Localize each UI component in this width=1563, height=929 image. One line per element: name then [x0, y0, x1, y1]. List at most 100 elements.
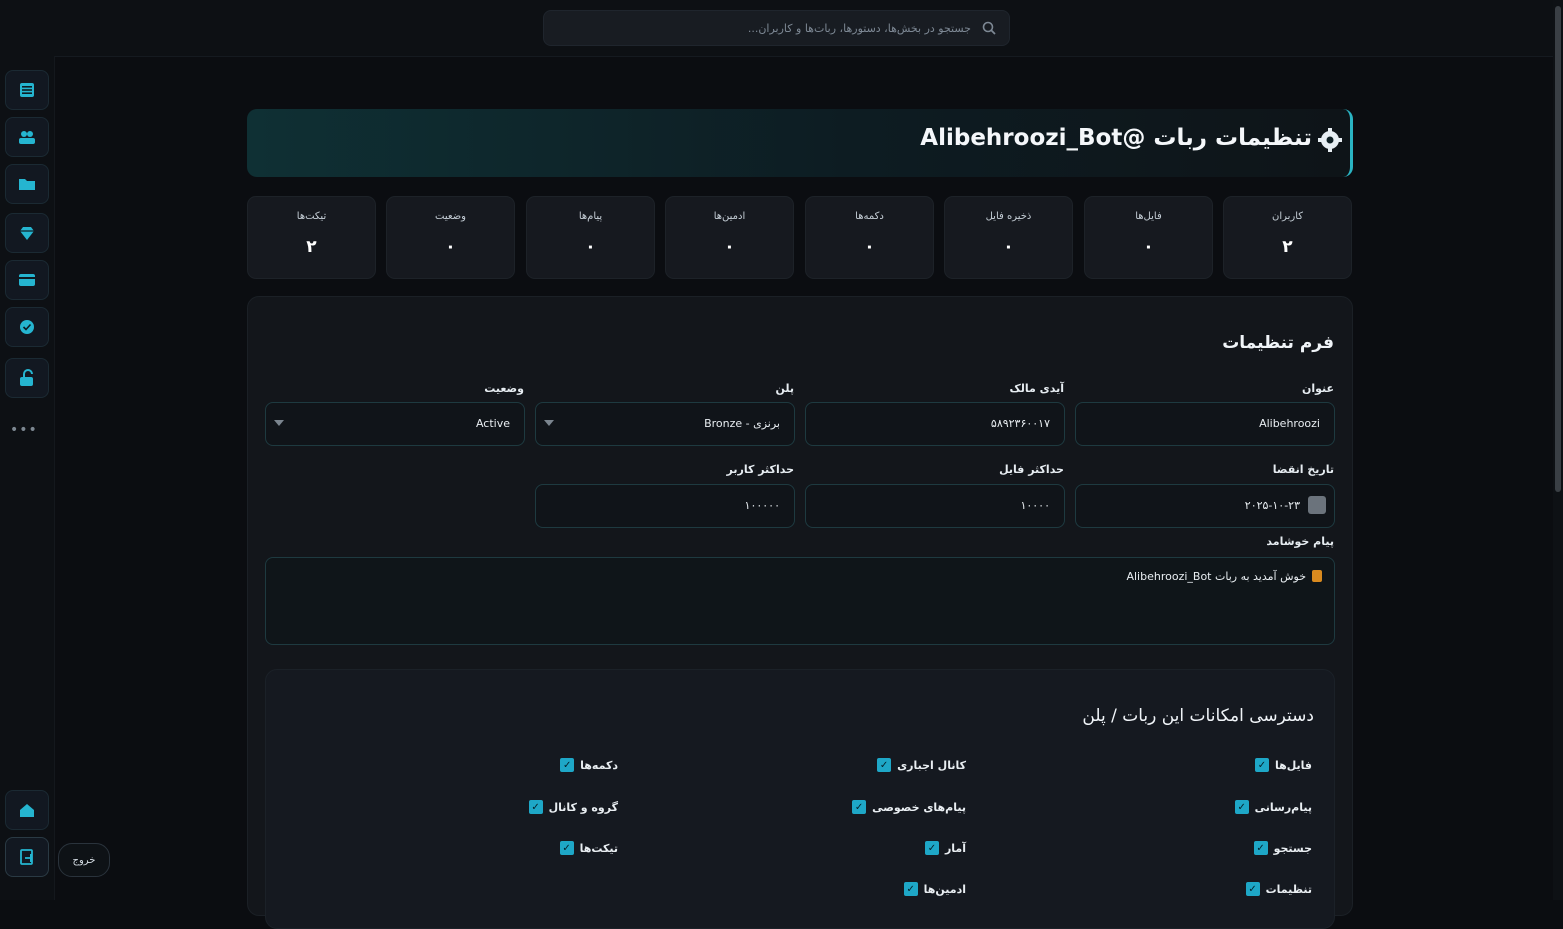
sidebar-users-button[interactable]: [5, 117, 49, 157]
stat-value: ۰: [1003, 237, 1014, 257]
calendar-icon: [1308, 496, 1326, 514]
stat-card-messages[interactable]: پیام‌ها ۰: [526, 196, 655, 279]
stat-card-status[interactable]: وضعیت ۰: [386, 196, 515, 279]
menu-icon: [20, 83, 34, 97]
checkbox-icon[interactable]: ✓: [877, 758, 892, 772]
page-scrollbar[interactable]: [1553, 0, 1563, 900]
permission-label: گروه و کانال: [548, 800, 618, 814]
permissions-panel: دسترسی امکانات این ربات / پلن ✓ فایل‌ها …: [265, 669, 1335, 929]
permission-label: تیکت‌ها: [579, 841, 618, 855]
checkbox-icon[interactable]: ✓: [1245, 882, 1260, 896]
stat-label: کاربران: [1271, 211, 1304, 222]
stat-label: ذخیره فایل: [985, 211, 1032, 222]
page-title: تنظیمات ربات @Alibehroozi_Bot: [920, 125, 1312, 151]
status-value: Active: [475, 417, 510, 430]
sidebar: •••: [0, 56, 55, 900]
status-select[interactable]: Active: [265, 402, 525, 446]
stat-label: ادمین‌ها: [713, 211, 746, 222]
scrollbar-thumb[interactable]: [1555, 6, 1561, 492]
sidebar-menu-button[interactable]: [5, 70, 49, 110]
stat-value: ۲: [1282, 237, 1293, 257]
sidebar-plans-button[interactable]: [5, 213, 49, 253]
more-icon[interactable]: •••: [10, 422, 38, 438]
stat-card-saved-files[interactable]: ذخیره فایل ۰: [944, 196, 1073, 279]
stat-card-users[interactable]: کاربران ۲: [1223, 196, 1352, 279]
max-files-label: حداکثر فایل: [999, 463, 1064, 476]
name-field[interactable]: Alibehroozi: [1075, 402, 1335, 446]
sidebar-files-button[interactable]: [5, 164, 49, 204]
checkbox-icon[interactable]: ✓: [560, 758, 575, 772]
permission-item[interactable]: ✓ کانال اجباری: [877, 756, 966, 774]
expire-value: ۲۰۲۵-۱۰-۲۳: [1244, 499, 1300, 512]
form-title: فرم تنظیمات: [1222, 333, 1334, 353]
sidebar-status-button[interactable]: [5, 307, 49, 347]
name-label: عنوان: [1301, 382, 1334, 395]
permission-item[interactable]: ✓ گروه و کانال: [528, 798, 618, 816]
stat-card-tickets[interactable]: تیکت‌ها ۲: [247, 196, 376, 279]
permission-label: ادمین‌ها: [923, 882, 966, 896]
sidebar-logout-button[interactable]: [5, 837, 49, 877]
expire-date-field[interactable]: ۲۰۲۵-۱۰-۲۳: [1075, 484, 1335, 528]
checkbox-icon[interactable]: ✓: [903, 882, 918, 896]
sidebar-cards-button[interactable]: [5, 260, 49, 300]
owner-value: ۵۸۹۲۳۶۰۰۱۷: [990, 417, 1050, 430]
chevron-down-icon: [274, 420, 284, 426]
permission-item[interactable]: ✓ پیام‌رسانی: [1234, 798, 1312, 816]
status-label: وضعیت: [484, 382, 524, 395]
permission-label: کانال اجباری: [897, 758, 966, 772]
plan-select[interactable]: برنزی - Bronze: [535, 402, 795, 446]
checkbox-icon[interactable]: ✓: [924, 841, 939, 855]
owner-field[interactable]: ۵۸۹۲۳۶۰۰۱۷: [805, 402, 1065, 446]
checkbox-icon[interactable]: ✓: [1253, 841, 1268, 855]
stat-value: ۰: [1143, 237, 1154, 257]
permission-item[interactable]: ✓ دکمه‌ها: [560, 756, 618, 774]
sidebar-home-button[interactable]: [5, 790, 49, 830]
stat-card-files[interactable]: فایل‌ها ۰: [1084, 196, 1213, 279]
checkbox-icon[interactable]: ✓: [528, 800, 543, 814]
search-input[interactable]: جستجو در بخش‌ها، دستورها، ربات‌ها و کارب…: [748, 22, 971, 35]
top-bar: جستجو در بخش‌ها، دستورها، ربات‌ها و کارب…: [0, 0, 1553, 57]
welcome-value: خوش آمدید به ربات Alibehroozi_Bot: [1126, 570, 1306, 583]
permission-item[interactable]: ✓ ادمین‌ها: [903, 880, 966, 898]
page-header: تنظیمات ربات @Alibehroozi_Bot: [247, 109, 1353, 177]
stat-label: پیام‌ها: [578, 211, 603, 222]
chevron-down-icon: [544, 420, 554, 426]
permission-item[interactable]: ✓ تیکت‌ها: [559, 839, 618, 857]
stat-label: فایل‌ها: [1135, 211, 1162, 222]
stat-label: دکمه‌ها: [855, 211, 884, 222]
checkbox-icon[interactable]: ✓: [559, 841, 574, 855]
permission-item[interactable]: ✓ پیام‌های خصوصی: [852, 798, 966, 816]
sidebar-access-button[interactable]: [5, 358, 49, 398]
welcome-textarea[interactable]: خوش آمدید به ربات Alibehroozi_Bot: [265, 557, 1335, 645]
plan-label: پلن: [775, 382, 794, 395]
permission-item[interactable]: ✓ جستجو: [1253, 839, 1312, 857]
checkbox-icon[interactable]: ✓: [852, 800, 867, 814]
permission-item[interactable]: ✓ فایل‌ها: [1254, 756, 1312, 774]
permissions-title: دسترسی امکانات این ربات / پلن: [1082, 706, 1314, 726]
max-files-value: ۱۰۰۰۰: [1020, 499, 1050, 512]
home-icon: [20, 804, 34, 817]
permission-label: پیام‌های خصوصی: [872, 800, 966, 814]
card-icon: [19, 274, 35, 286]
max-users-value: ۱۰۰۰۰۰: [744, 499, 780, 512]
permission-item[interactable]: ✓ تنظیمات: [1245, 880, 1312, 898]
stat-card-admins[interactable]: ادمین‌ها ۰: [665, 196, 794, 279]
permission-item[interactable]: ✓ آمار: [924, 839, 966, 857]
unlock-icon: [20, 369, 33, 386]
stat-label: تیکت‌ها: [296, 211, 327, 222]
name-value: Alibehroozi: [1259, 417, 1320, 430]
plan-value: برنزی - Bronze: [704, 417, 780, 430]
permission-label: تنظیمات: [1265, 882, 1312, 896]
settings-form: فرم تنظیمات عنوان آیدی مالک پلن وضعیت Al…: [247, 296, 1353, 929]
search-bar[interactable]: جستجو در بخش‌ها، دستورها، ربات‌ها و کارب…: [543, 10, 1010, 46]
stat-card-buttons[interactable]: دکمه‌ها ۰: [805, 196, 934, 279]
folder-icon: [19, 179, 35, 190]
max-files-field[interactable]: ۱۰۰۰۰: [805, 484, 1065, 528]
stat-label: وضعیت: [435, 211, 466, 222]
checkbox-icon[interactable]: ✓: [1234, 800, 1249, 814]
welcome-label: پیام خوشامد: [1266, 535, 1334, 548]
max-users-field[interactable]: ۱۰۰۰۰۰: [535, 484, 795, 528]
stat-value: ۰: [585, 237, 596, 257]
gear-icon: [1318, 128, 1342, 152]
checkbox-icon[interactable]: ✓: [1254, 758, 1269, 772]
